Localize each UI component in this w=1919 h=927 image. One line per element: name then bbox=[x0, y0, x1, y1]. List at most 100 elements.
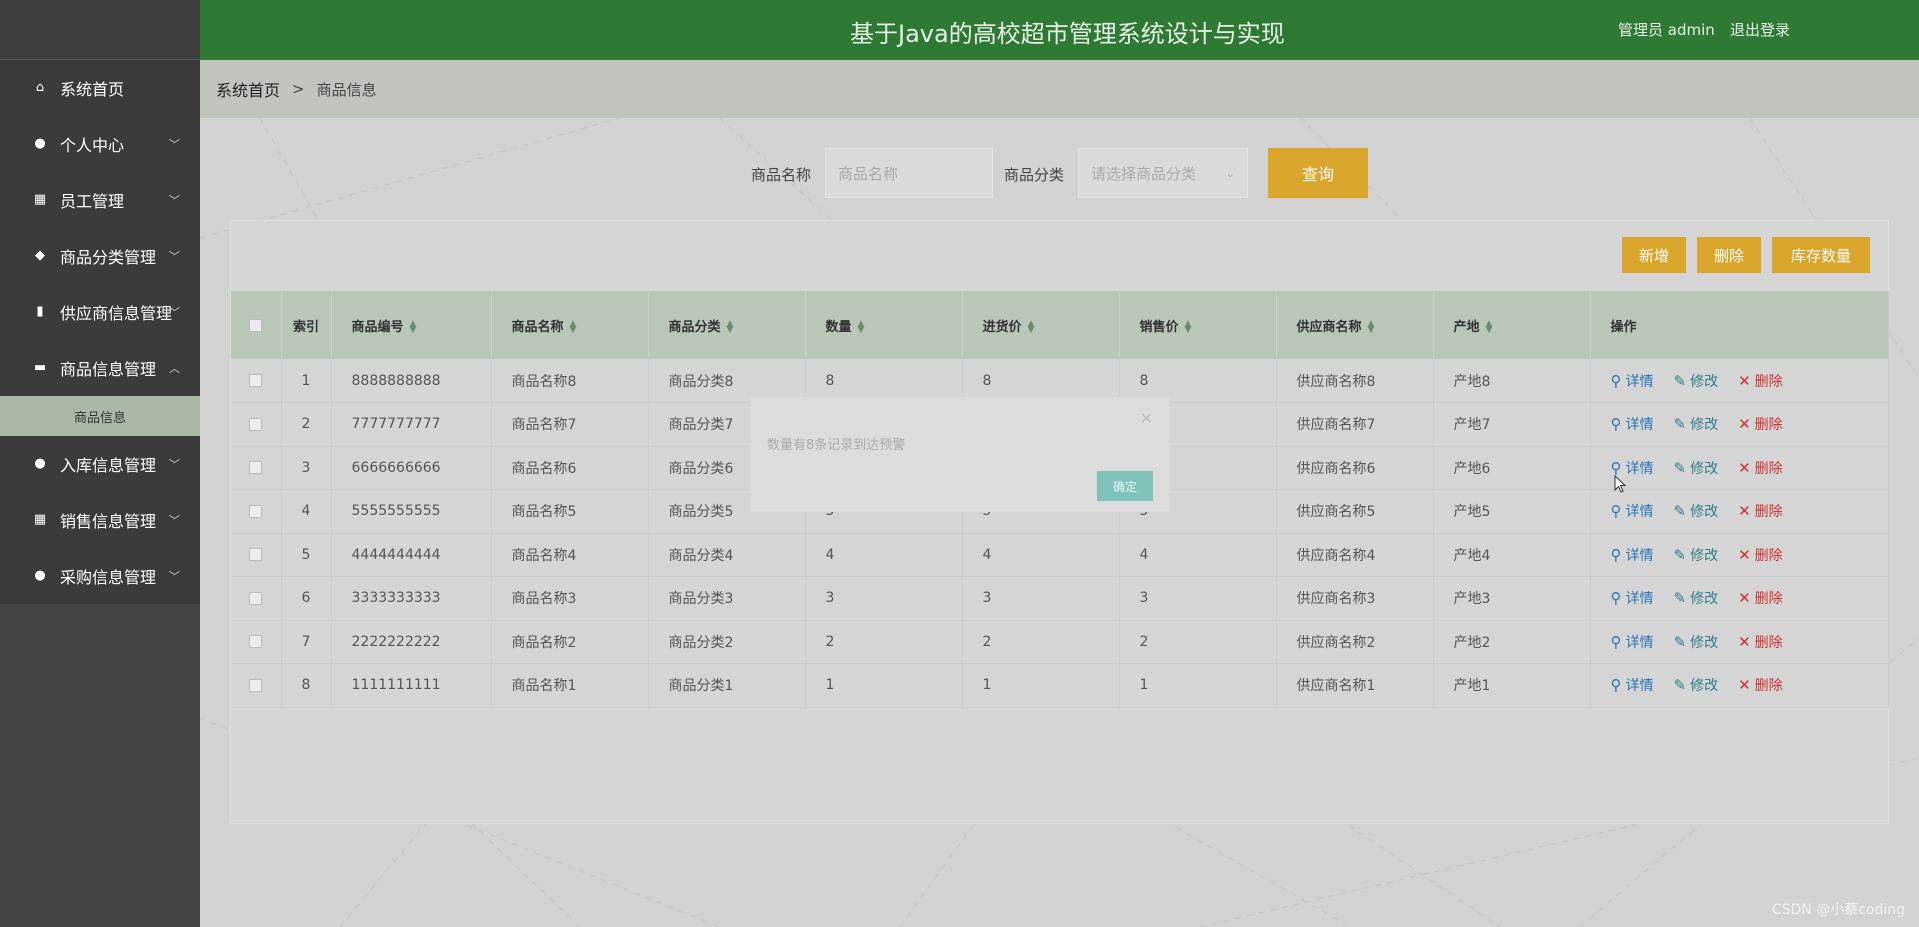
sidebar-item[interactable]: ▮ 供应商信息管理 ﹀ bbox=[0, 284, 200, 340]
cell-purchase-price: 8 bbox=[962, 359, 1120, 403]
row-checkbox-cell[interactable] bbox=[231, 576, 282, 621]
breadcrumb-home[interactable]: 系统首页 bbox=[216, 77, 280, 101]
row-checkbox-cell[interactable] bbox=[231, 663, 282, 708]
sidebar-item-label: 销售信息管理 bbox=[60, 511, 157, 531]
edit-icon: ✎ bbox=[1673, 589, 1687, 608]
batch-delete-button[interactable]: 删除 bbox=[1697, 237, 1761, 273]
sidebar-item[interactable]: ● 入库信息管理 ﹀ bbox=[0, 436, 200, 492]
col-product-category[interactable]: 商品分类 ▲ ▼ bbox=[648, 291, 806, 359]
row-checkbox-cell[interactable] bbox=[231, 359, 282, 403]
detail-button[interactable]: ⚲ 详情 bbox=[1611, 545, 1654, 565]
cell-purchase-price: 3 bbox=[962, 576, 1120, 621]
edit-button[interactable]: ✎ 修改 bbox=[1674, 632, 1719, 652]
row-checkbox[interactable] bbox=[249, 548, 263, 562]
detail-button-label: 详情 bbox=[1625, 417, 1654, 434]
row-checkbox[interactable] bbox=[249, 678, 263, 692]
sort-icon[interactable]: ▲ ▼ bbox=[1028, 320, 1035, 335]
edit-button-label: 修改 bbox=[1690, 678, 1719, 695]
logout-link[interactable]: 退出登录 bbox=[1730, 19, 1790, 40]
cell-product-code: 6666666666 bbox=[331, 446, 492, 490]
query-button[interactable]: 查询 bbox=[1268, 148, 1368, 198]
chevron-down-icon: ﹀ bbox=[169, 457, 180, 471]
sidebar-item[interactable]: ▦ 销售信息管理 ﹀ bbox=[0, 492, 200, 548]
detail-button-label: 详情 bbox=[1625, 634, 1654, 651]
col-purchase-price[interactable]: 进货价 ▲ ▼ bbox=[962, 291, 1120, 359]
sort-icon[interactable]: ▲ ▼ bbox=[1368, 320, 1375, 335]
col-purchase-price-label: 进货价 bbox=[982, 319, 1022, 335]
row-checkbox-cell[interactable] bbox=[231, 402, 282, 447]
cell-product-category: 商品分类3 bbox=[648, 576, 806, 621]
sidebar-item[interactable]: ▬ 商品信息管理 ︿ bbox=[0, 340, 200, 396]
col-origin[interactable]: 产地 ▲ ▼ bbox=[1433, 291, 1591, 359]
col-quantity[interactable]: 数量 ▲ ▼ bbox=[805, 291, 963, 359]
delete-button[interactable]: ✕ 删除 bbox=[1738, 545, 1783, 565]
detail-button[interactable]: ⚲ 详情 bbox=[1611, 632, 1654, 652]
sort-icon[interactable]: ▲ ▼ bbox=[570, 320, 577, 335]
detail-button[interactable]: ⚲ 详情 bbox=[1611, 414, 1654, 434]
sidebar-item[interactable]: ● 采购信息管理 ﹀ bbox=[0, 548, 200, 604]
edit-button[interactable]: ✎ 修改 bbox=[1674, 588, 1719, 608]
row-checkbox-cell[interactable] bbox=[231, 446, 282, 490]
col-product-code[interactable]: 商品编号 ▲ ▼ bbox=[331, 291, 492, 359]
cell-product-name: 商品名称7 bbox=[491, 402, 649, 447]
cell-quantity: 8 bbox=[805, 359, 963, 403]
edit-button[interactable]: ✎ 修改 bbox=[1674, 371, 1719, 391]
edit-button[interactable]: ✎ 修改 bbox=[1674, 545, 1719, 565]
col-product-name[interactable]: 商品名称 ▲ ▼ bbox=[491, 291, 649, 359]
row-checkbox[interactable] bbox=[249, 417, 263, 431]
delete-button[interactable]: ✕ 删除 bbox=[1738, 371, 1783, 391]
row-checkbox[interactable] bbox=[249, 461, 263, 475]
row-actions: ⚲ 详情 ✎ 修改 ✕ 删除 bbox=[1590, 663, 1889, 708]
row-checkbox-cell[interactable] bbox=[231, 620, 282, 664]
select-all-checkbox[interactable] bbox=[249, 318, 263, 332]
detail-button-label: 详情 bbox=[1625, 678, 1654, 695]
delete-button[interactable]: ✕ 删除 bbox=[1738, 588, 1783, 608]
sidebar-item-label: 供应商信息管理 bbox=[60, 303, 173, 323]
sort-icon[interactable]: ▲ ▼ bbox=[1185, 320, 1192, 335]
delete-button[interactable]: ✕ 删除 bbox=[1738, 501, 1783, 521]
sort-icon[interactable]: ▲ ▼ bbox=[1486, 320, 1493, 335]
delete-button[interactable]: ✕ 删除 bbox=[1738, 632, 1783, 652]
sidebar-subitem-product-info[interactable]: 商品信息 bbox=[0, 396, 200, 436]
edit-button[interactable]: ✎ 修改 bbox=[1674, 458, 1719, 478]
sort-icon[interactable]: ▲ ▼ bbox=[410, 320, 417, 335]
watermark: CSDN @小蔡coding bbox=[1771, 902, 1905, 918]
row-checkbox-cell[interactable] bbox=[231, 533, 282, 577]
edit-button[interactable]: ✎ 修改 bbox=[1674, 414, 1719, 434]
breadcrumb-separator: > bbox=[292, 80, 305, 98]
edit-button[interactable]: ✎ 修改 bbox=[1674, 675, 1719, 695]
add-button[interactable]: 新增 bbox=[1622, 237, 1686, 273]
stock-quantity-button[interactable]: 库存数量 bbox=[1772, 237, 1870, 273]
delete-button[interactable]: ✕ 删除 bbox=[1738, 675, 1783, 695]
close-icon[interactable]: × bbox=[1140, 408, 1153, 427]
row-checkbox[interactable] bbox=[249, 374, 263, 387]
edit-button[interactable]: ✎ 修改 bbox=[1674, 501, 1719, 521]
sidebar-item[interactable]: ▦ 员工管理 ﹀ bbox=[0, 172, 200, 228]
confirm-button[interactable]: 确定 bbox=[1097, 471, 1153, 501]
select-all-checkbox-cell[interactable] bbox=[231, 291, 282, 359]
sort-icon[interactable]: ▲ ▼ bbox=[858, 320, 865, 335]
row-checkbox-cell[interactable] bbox=[231, 489, 282, 534]
cell-index: 3 bbox=[281, 446, 332, 490]
sort-icon[interactable]: ▲ ▼ bbox=[727, 320, 734, 335]
row-checkbox[interactable] bbox=[249, 591, 263, 605]
delete-button[interactable]: ✕ 删除 bbox=[1738, 414, 1783, 434]
detail-button[interactable]: ⚲ 详情 bbox=[1611, 371, 1654, 391]
sidebar-item[interactable]: ◆ 商品分类管理 ﹀ bbox=[0, 228, 200, 284]
delete-button[interactable]: ✕ 删除 bbox=[1738, 458, 1783, 478]
col-sale-price[interactable]: 销售价 ▲ ▼ bbox=[1119, 291, 1277, 359]
row-checkbox[interactable] bbox=[249, 635, 263, 649]
detail-button[interactable]: ⚲ 详情 bbox=[1611, 501, 1654, 521]
current-user: 管理员 admin bbox=[1618, 21, 1715, 39]
sidebar-item[interactable]: ● 个人中心 ﹀ bbox=[0, 116, 200, 172]
detail-button[interactable]: ⚲ 详情 bbox=[1611, 588, 1654, 608]
cell-index: 2 bbox=[281, 402, 332, 447]
row-checkbox[interactable] bbox=[249, 504, 263, 518]
col-supplier-name[interactable]: 供应商名称 ▲ ▼ bbox=[1276, 291, 1434, 359]
product-name-input[interactable]: 商品名称 bbox=[825, 148, 993, 198]
detail-button[interactable]: ⚲ 详情 bbox=[1611, 675, 1654, 695]
product-category-select[interactable]: 请选择商品分类 ⌄ bbox=[1078, 148, 1248, 198]
product-name-label: 商品名称 bbox=[751, 166, 812, 184]
sidebar-item[interactable]: ⌂ 系统首页 bbox=[0, 60, 200, 116]
col-sale-price-label: 销售价 bbox=[1139, 319, 1179, 335]
